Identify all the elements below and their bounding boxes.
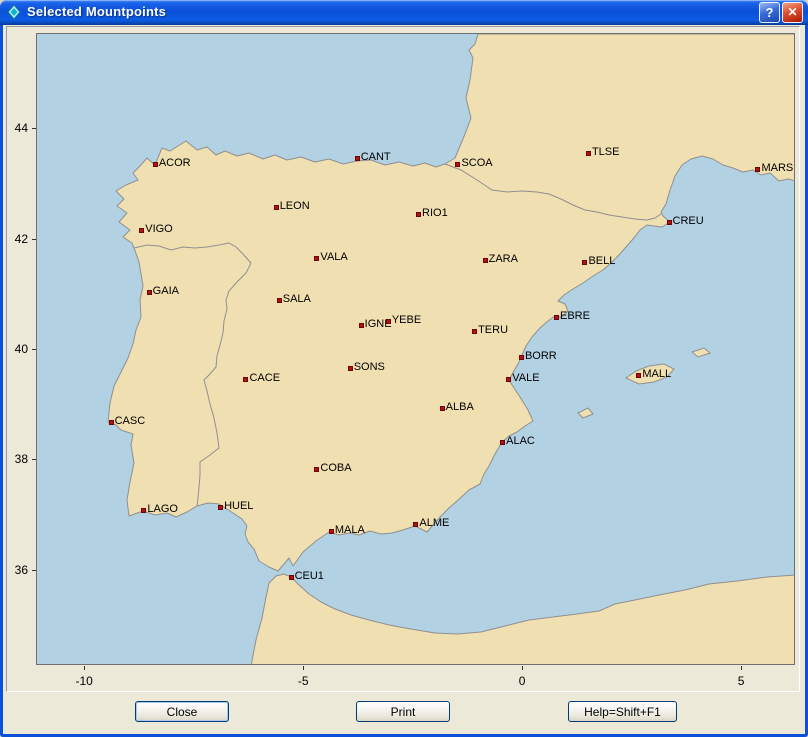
station-marker [277,298,282,303]
x-tick-label: 5 [738,674,745,688]
station-marker [141,508,146,513]
station-marker [506,377,511,382]
station-label: CASC [115,414,146,428]
station-label: ZARA [489,252,518,266]
station-label: ALAC [506,434,535,448]
titlebar[interactable]: Selected Mountpoints ? ✕ [0,0,808,25]
station-label: ALME [419,516,449,530]
station-label: VALA [320,250,347,264]
station-label: GAIA [153,284,179,298]
close-button[interactable]: Close [135,701,229,722]
station-label: BORR [525,349,557,363]
station-marker [314,256,319,261]
station-marker [289,575,294,580]
station-marker [243,377,248,382]
station-label: CEU1 [295,569,324,583]
station-label: TERU [478,323,508,337]
station-marker [314,467,319,472]
y-tick-label: 38 [15,452,28,466]
station-marker [483,258,488,263]
x-tick-label: -5 [298,674,309,688]
station-layer: ACOR CANT SCOA TLSE MARS VIGO LEON RIO1 CREU VALA… [37,34,794,664]
station-label: VIGO [145,222,173,236]
station-marker [348,366,353,371]
station-label: MALL [642,367,671,381]
station-marker [355,156,360,161]
station-marker [455,162,460,167]
station-label: ACOR [159,156,191,170]
station-label: SCOA [461,156,492,170]
x-tick [84,666,85,670]
station-marker [554,315,559,320]
y-tick-label: 42 [15,232,28,246]
station-label: MALA [335,523,365,537]
window-title: Selected Mountpoints [27,4,166,19]
station-marker [147,290,152,295]
y-axis: 36 38 40 42 44 [3,33,36,665]
x-tick [741,666,742,670]
station-marker [153,162,158,167]
y-tick-label: 36 [15,563,28,577]
map-plot: ACOR CANT SCOA TLSE MARS VIGO LEON RIO1 CREU VALA… [36,33,795,665]
station-marker [274,205,279,210]
station-marker [582,260,587,265]
station-label: VALE [512,371,539,385]
station-label: CREU [673,214,704,228]
station-label: HUEL [224,499,253,513]
station-marker [500,440,505,445]
station-marker [359,323,364,328]
station-marker [440,406,445,411]
x-tick [522,666,523,670]
station-marker [667,220,672,225]
x-tick [303,666,304,670]
station-label: BELL [588,254,615,268]
station-marker [109,420,114,425]
x-axis: -10 -5 0 5 [36,666,795,694]
close-caption-button[interactable]: ✕ [782,2,803,23]
station-marker [329,529,334,534]
x-tick-label: -10 [76,674,93,688]
selected-mountpoints-window: Selected Mountpoints ? ✕ 3638404244 -10-… [0,0,808,737]
y-tick-label: 40 [15,342,28,356]
station-marker [519,355,524,360]
station-marker [755,167,760,172]
x-tick-label: 0 [519,674,526,688]
app-icon [6,4,22,20]
station-marker [586,151,591,156]
station-label: CANT [361,150,391,164]
station-marker [413,522,418,527]
station-marker [218,505,223,510]
help-caption-button[interactable]: ? [759,2,780,23]
client-area: 36 38 40 42 44 -10 -5 0 5 ACOR CANT SCOA TLSE MARS V… [3,25,805,734]
station-marker [386,319,391,324]
station-label: SALA [283,292,311,306]
station-label: EBRE [560,309,590,323]
station-marker [416,212,421,217]
station-label: RIO1 [422,206,448,220]
station-label: ALBA [446,400,474,414]
station-label: YEBE [392,313,421,327]
station-label: MARS [761,161,793,175]
y-tick-label: 44 [15,121,28,135]
station-label: SONS [354,360,385,374]
station-label: LAGO [147,502,178,516]
station-label: LEON [280,199,310,213]
station-marker [636,373,641,378]
station-label: TLSE [592,145,620,159]
help-button[interactable]: Help=Shift+F1 [568,701,677,722]
station-marker [472,329,477,334]
print-button[interactable]: Print [356,701,450,722]
station-label: COBA [320,461,351,475]
station-label: CACE [249,371,280,385]
station-marker [139,228,144,233]
